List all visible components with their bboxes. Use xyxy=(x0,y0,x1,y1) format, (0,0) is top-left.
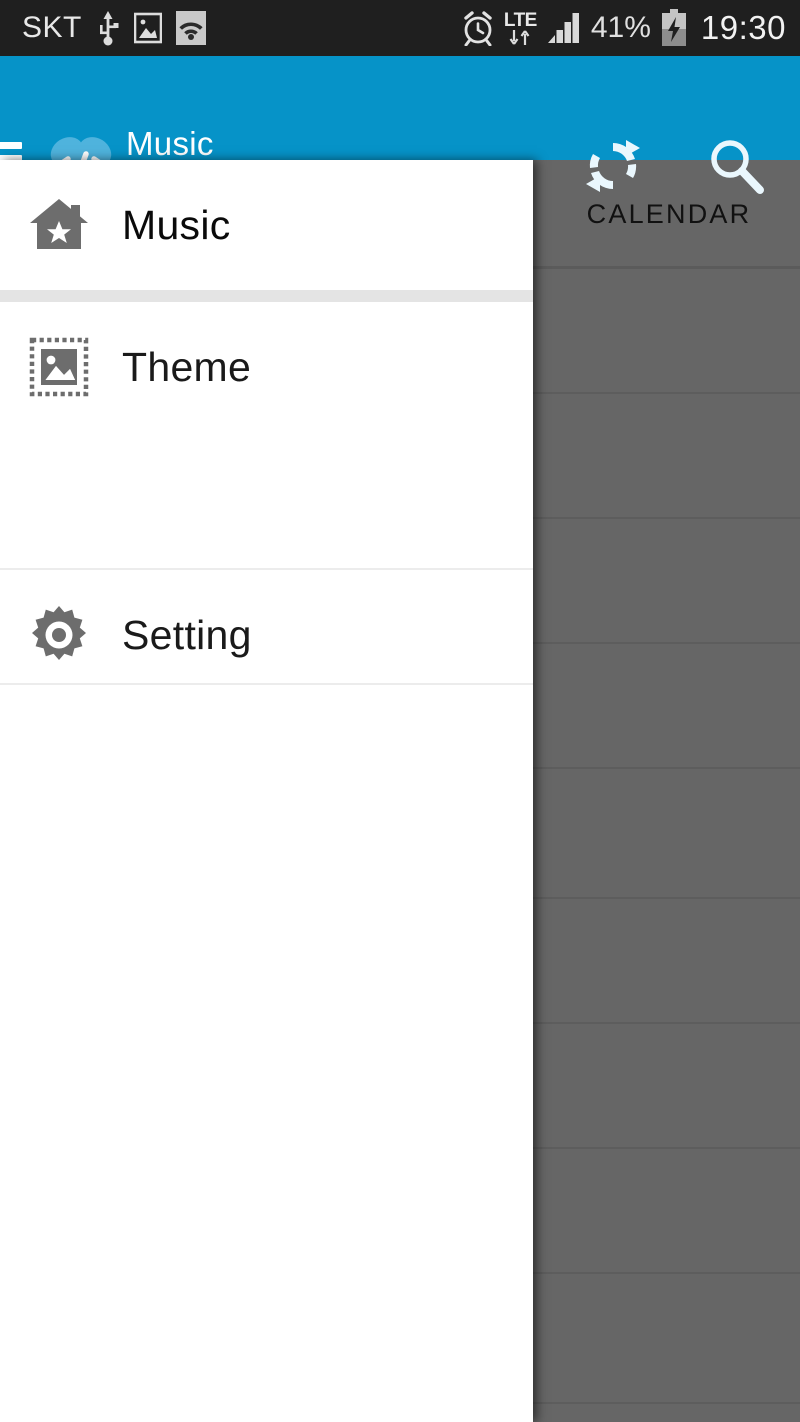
page-title: Music xyxy=(126,125,214,162)
data-arrows-icon xyxy=(509,30,530,45)
alarm-clock-icon xyxy=(464,11,492,46)
drawer-section-separator xyxy=(0,290,533,302)
refresh-icon[interactable] xyxy=(582,138,644,194)
status-bar-left: SKT xyxy=(22,10,206,46)
screenshot-image-icon xyxy=(133,12,162,44)
home-star-icon xyxy=(24,190,94,260)
signal-bars-icon xyxy=(547,13,579,43)
drawer-item-label: Music xyxy=(122,201,231,248)
wifi-icon xyxy=(175,11,206,45)
status-bar: SKT LTE 41% 19:30 xyxy=(0,0,800,56)
picture-frame-icon xyxy=(24,332,94,402)
drawer-item-setting[interactable]: Setting xyxy=(0,570,533,700)
drawer-item-theme[interactable]: Theme xyxy=(0,302,533,432)
drawer-item-divider xyxy=(0,683,533,685)
drawer-item-label: Setting xyxy=(122,611,252,658)
carrier-label: SKT xyxy=(22,11,82,44)
gear-icon xyxy=(24,600,94,670)
battery-percent-label: 41% xyxy=(590,11,651,44)
drawer-item-music[interactable]: Music xyxy=(0,160,533,290)
clock-label: 19:30 xyxy=(700,9,786,46)
status-bar-right: LTE 41% 19:30 xyxy=(461,9,786,47)
usb-icon xyxy=(99,11,119,46)
lte-indicator: LTE xyxy=(504,11,537,45)
battery-charging-icon xyxy=(661,9,686,46)
search-icon[interactable] xyxy=(706,136,766,196)
navigation-drawer: Music Theme Setting xyxy=(0,160,533,1422)
app-bar: Music Newest first xyxy=(0,56,800,209)
drawer-item-label: Theme xyxy=(122,343,252,390)
